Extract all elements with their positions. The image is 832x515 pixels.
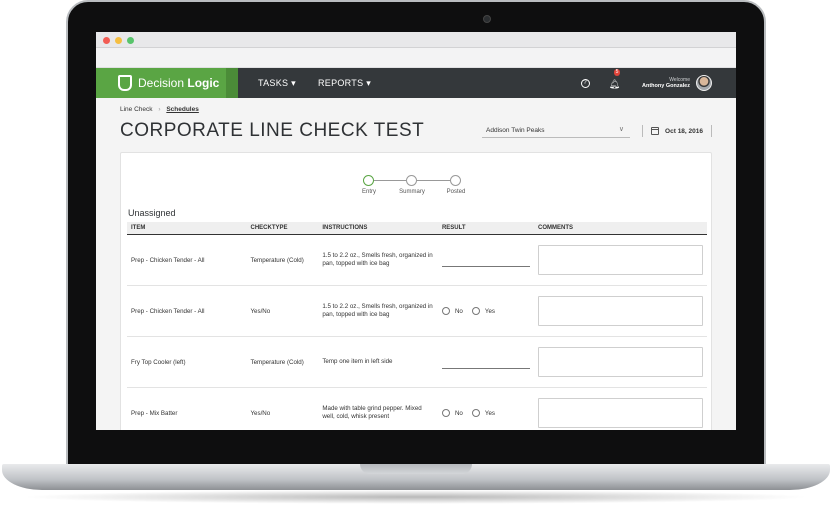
tasks-menu[interactable]: TASKS ▾: [258, 78, 296, 89]
column-header-item: ITEM: [127, 222, 247, 235]
comments-cell: [534, 387, 707, 430]
result-cell: No Yes: [437, 387, 534, 430]
comment-input[interactable]: [538, 296, 703, 326]
section-title: Unassigned: [128, 208, 176, 218]
step-entry-circle[interactable]: [363, 175, 374, 186]
instructions-cell: 1.5 to 2.2 oz., Smells fresh, organized …: [318, 285, 438, 337]
step-label-posted: Posted: [446, 189, 466, 195]
progress-stepper: Entry Summary Posted: [362, 175, 467, 205]
location-select[interactable]: Addison Twin Peaks ∨: [482, 124, 631, 138]
checktype-cell: Temperature (Cold): [246, 336, 319, 388]
comments-cell: [534, 234, 707, 286]
item-cell: Prep - Chicken Tender - All: [127, 285, 247, 337]
step-summary-circle[interactable]: [406, 175, 417, 186]
radio-yes[interactable]: [471, 307, 480, 315]
checktype-cell: Temperature (Cold): [246, 234, 319, 286]
title-row: CORPORATE LINE CHECK TEST Addison Twin P…: [120, 120, 712, 142]
table-row: Prep - Mix Batter Yes/No Made with table…: [127, 387, 707, 430]
column-header-result: RESULT: [437, 222, 534, 235]
breadcrumb-root[interactable]: Line Check: [120, 106, 153, 113]
column-header-instructions: INSTRUCTIONS: [318, 222, 438, 235]
app-navbar: Decision Logic TASKS ▾ REPORTS ▾ ? 🔔︎ 5 …: [96, 68, 736, 98]
column-header-checktype: CHECKTYPE: [246, 222, 319, 235]
browser-window: Decision Logic TASKS ▾ REPORTS ▾ ? 🔔︎ 5 …: [96, 32, 736, 430]
calendar-icon: [651, 127, 660, 135]
item-cell: Fry Top Cooler (left): [127, 336, 247, 388]
breadcrumb-current[interactable]: Schedules: [166, 106, 199, 113]
yes-no-radio-group: No Yes: [441, 409, 530, 417]
brand-logo[interactable]: Decision Logic: [96, 68, 238, 98]
table-header-row: ITEM CHECKTYPE INSTRUCTIONS RESULT COMME…: [127, 222, 707, 235]
date-picker[interactable]: Oct 18, 2016: [642, 125, 712, 137]
table-row: Fry Top Cooler (left) Temperature (Cold)…: [127, 336, 707, 388]
close-window-button[interactable]: [103, 37, 110, 44]
radio-no-label: No: [454, 307, 463, 315]
step-connector: [417, 180, 450, 181]
page-content: Line Check › Schedules CORPORATE LINE CH…: [96, 98, 736, 430]
step-label-summary: Summary: [399, 189, 425, 195]
breadcrumb-separator-icon: ›: [158, 106, 161, 113]
user-name: Anthony Gonzalez: [642, 83, 690, 89]
result-cell: No Yes: [437, 285, 534, 337]
line-check-card: Entry Summary Posted Unassigned ITEM CHE…: [120, 152, 712, 430]
browser-titlebar: [96, 32, 736, 48]
radio-no[interactable]: [441, 409, 450, 417]
laptop-notch: [360, 464, 472, 474]
minimize-window-button[interactable]: [115, 37, 122, 44]
camera-icon: [483, 15, 491, 23]
date-value: Oct 18, 2016: [665, 127, 703, 135]
item-cell: Prep - Chicken Tender - All: [127, 234, 247, 286]
radio-yes[interactable]: [471, 409, 480, 417]
radio-no[interactable]: [441, 307, 450, 315]
chevron-down-icon: ∨: [618, 126, 625, 133]
checktype-cell: Yes/No: [246, 387, 319, 430]
breadcrumb: Line Check › Schedules: [120, 106, 712, 113]
comment-input[interactable]: [538, 245, 703, 275]
notifications-button[interactable]: 🔔︎ 5: [608, 69, 621, 92]
brand-name: Decision Logic: [138, 76, 220, 90]
instructions-cell: 1.5 to 2.2 oz., Smells fresh, organized …: [318, 234, 438, 286]
table-row: Prep - Chicken Tender - All Yes/No 1.5 t…: [127, 285, 707, 337]
instructions-cell: Made with table grind pepper. Mixed well…: [318, 387, 438, 430]
bell-icon: 🔔︎: [608, 79, 621, 89]
location-value: Addison Twin Peaks: [486, 127, 545, 134]
result-input[interactable]: [441, 367, 530, 369]
maximize-window-button[interactable]: [127, 37, 134, 44]
line-check-table: ITEM CHECKTYPE INSTRUCTIONS RESULT COMME…: [127, 222, 707, 430]
cup-logo-icon: [118, 75, 132, 91]
comments-cell: [534, 285, 707, 337]
step-posted-circle[interactable]: [450, 175, 461, 186]
comments-cell: [534, 336, 707, 388]
page-title: CORPORATE LINE CHECK TEST: [120, 120, 425, 141]
result-cell: [437, 336, 534, 388]
laptop-shadow: [20, 490, 812, 504]
help-icon[interactable]: ?: [580, 78, 590, 88]
nav-user-area: ? 🔔︎ 5 Welcome Anthony Gonzalez: [580, 69, 736, 92]
reports-menu[interactable]: REPORTS ▾: [318, 78, 371, 89]
column-header-comments: COMMENTS: [534, 222, 707, 235]
result-input[interactable]: [441, 265, 530, 267]
checktype-cell: Yes/No: [246, 285, 319, 337]
avatar[interactable]: [696, 75, 712, 91]
table-row: Prep - Chicken Tender - All Temperature …: [127, 234, 707, 286]
radio-yes-label: Yes: [484, 409, 495, 417]
welcome-text: Welcome Anthony Gonzalez: [642, 77, 690, 89]
notification-badge: 5: [613, 69, 621, 76]
browser-toolbar: [96, 48, 736, 68]
radio-yes-label: Yes: [484, 307, 495, 315]
result-cell: [437, 234, 534, 286]
step-connector: [374, 180, 406, 181]
comment-input[interactable]: [538, 347, 703, 377]
radio-no-label: No: [454, 409, 463, 417]
step-label-entry: Entry: [361, 189, 376, 195]
instructions-cell: Temp one item in left side: [318, 336, 438, 388]
yes-no-radio-group: No Yes: [441, 307, 530, 315]
item-cell: Prep - Mix Batter: [127, 387, 247, 430]
comment-input[interactable]: [538, 398, 703, 428]
main-menu: TASKS ▾ REPORTS ▾: [258, 78, 393, 89]
